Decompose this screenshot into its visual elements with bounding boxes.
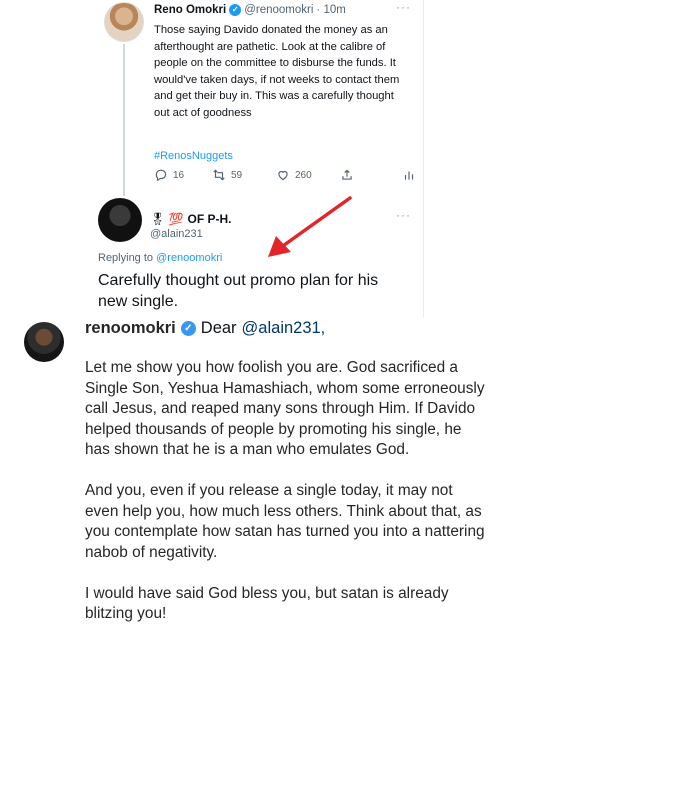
tweet-author-handle[interactable]: @renoomokri <box>244 4 313 16</box>
tweet-time: · 10m <box>316 4 346 16</box>
thread-line <box>123 44 125 196</box>
tweet-screenshot: Reno Omokri ✓ @renoomokri · 10m ··· Thos… <box>84 0 424 318</box>
heart-icon <box>278 170 288 181</box>
share-button[interactable] <box>340 168 394 182</box>
replying-to-mention[interactable]: @renoomokri <box>156 252 222 264</box>
tweet-hashtag[interactable]: #RenosNuggets <box>154 150 233 162</box>
comment-mention[interactable]: @alain231, <box>242 319 326 338</box>
like-button[interactable]: 260 <box>276 168 340 182</box>
retweet-button[interactable]: 59 <box>212 168 276 182</box>
renoomokri-avatar[interactable] <box>24 322 64 362</box>
reply-more-icon[interactable]: ··· <box>396 208 411 222</box>
comment-username[interactable]: renoomokri <box>85 319 176 338</box>
tweet-actions: 16 59 260 <box>154 168 416 182</box>
like-count: 260 <box>295 169 312 181</box>
reply-header: 🎖 💯 OF P-H. <box>150 212 232 226</box>
analytics-icon <box>404 171 414 180</box>
reply-author-name[interactable]: OF P-H. <box>188 212 232 226</box>
retweet-icon <box>213 169 225 181</box>
verified-badge-icon: ✓ <box>229 4 242 16</box>
alain231-avatar[interactable] <box>98 198 142 242</box>
reply-text: Carefully thought out promo plan for his… <box>98 272 379 310</box>
replying-to-line: Replying to @renoomokri <box>98 252 222 264</box>
verified-badge-icon: ✓ <box>180 321 196 336</box>
tweet-header: Reno Omokri ✓ @renoomokri · 10m <box>154 4 346 16</box>
retweet-count: 59 <box>231 169 243 181</box>
comment-paragraph: Let me show you how foolish you are. God… <box>85 359 485 458</box>
comment-body: Let me show you how foolish you are. God… <box>85 358 485 645</box>
tweet-text: Those saying Davido donated the money as… <box>154 24 400 119</box>
reply-author-handle[interactable]: @alain231 <box>150 228 203 240</box>
reno-omokri-avatar[interactable] <box>104 2 144 42</box>
analytics-button[interactable] <box>402 168 416 182</box>
replying-to-label: Replying to <box>98 252 154 264</box>
reply-author-prefix: 🎖 💯 <box>150 212 184 226</box>
tweet-more-icon[interactable]: ··· <box>396 0 411 14</box>
comment-paragraph: And you, even if you release a single to… <box>85 482 485 561</box>
share-icon <box>342 169 352 180</box>
reply-icon <box>155 169 167 182</box>
reply-count: 16 <box>173 169 185 181</box>
comment-paragraph: I would have said God bless you, but sat… <box>85 584 449 623</box>
tweet-author-name[interactable]: Reno Omokri <box>154 4 226 16</box>
comment-greeting: Dear <box>200 319 237 337</box>
comment-header: renoomokri ✓ Dear @alain231, <box>85 319 325 338</box>
reply-button[interactable]: 16 <box>154 168 212 182</box>
